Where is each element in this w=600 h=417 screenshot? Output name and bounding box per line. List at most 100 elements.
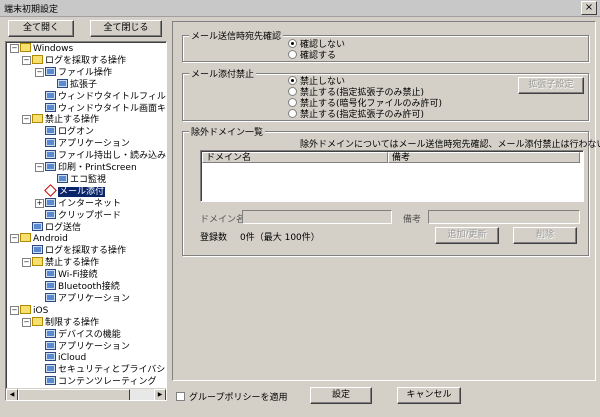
radio-label: 禁止する(指定拡張子のみ許可) bbox=[300, 110, 425, 120]
tree-item-label: エコ監視 bbox=[70, 174, 107, 185]
tree-item[interactable]: ファイル持出し・読み込み bbox=[45, 150, 166, 161]
tree-item[interactable]: クリップボード bbox=[45, 209, 121, 221]
extension-settings-button[interactable]: 拡張子設定 bbox=[518, 77, 584, 94]
tree-item-label: ログ送信 bbox=[45, 222, 82, 233]
tree-item-label: コンテンツレーティング bbox=[58, 377, 157, 388]
tree-item-label: ファイル持出し・読み込み bbox=[58, 151, 167, 162]
radio-block-allow-ext[interactable]: 禁止する(指定拡張子のみ許可) bbox=[288, 109, 424, 121]
tree-item[interactable]: ログ送信 bbox=[32, 221, 82, 233]
remarks-input[interactable] bbox=[428, 210, 580, 224]
tree-item[interactable]: ログオン bbox=[45, 126, 94, 137]
tree-item[interactable]: iCloud bbox=[45, 352, 86, 363]
scroll-thumb[interactable] bbox=[18, 389, 130, 400]
tree-item[interactable]: デバイスの機能 bbox=[45, 328, 121, 340]
tree-item-label: アプリケーション bbox=[58, 139, 130, 150]
monitor-icon bbox=[45, 209, 56, 219]
monitor-icon bbox=[45, 364, 56, 374]
cancel-button[interactable]: キャンセル bbox=[397, 387, 461, 404]
tree-expander[interactable]: − bbox=[35, 67, 44, 77]
radio-confirm[interactable]: 確認する bbox=[288, 50, 336, 62]
tree-expander[interactable]: − bbox=[22, 258, 31, 268]
tree-item[interactable]: Windows bbox=[20, 43, 73, 54]
folder-icon bbox=[32, 114, 43, 124]
tree-expander[interactable]: − bbox=[10, 234, 19, 244]
tree-item[interactable]: Bluetooth接続 bbox=[45, 281, 120, 292]
tree-item-label: 印刷・PrintScreen bbox=[58, 163, 137, 173]
scroll-left-button[interactable]: ◀ bbox=[6, 389, 18, 400]
tree-item[interactable]: エコ監視 bbox=[57, 173, 107, 185]
tree-item[interactable]: インターネット bbox=[45, 197, 122, 209]
monitor-icon bbox=[32, 245, 43, 255]
tree-expander[interactable]: + bbox=[35, 198, 44, 208]
tree-item-label: ログオン bbox=[58, 127, 95, 138]
tree-item[interactable]: Android bbox=[20, 233, 68, 244]
gpo-checkbox[interactable]: グループポリシーを適用 bbox=[176, 390, 287, 403]
monitor-icon bbox=[45, 352, 56, 362]
tree-item-label: アプリケーション bbox=[58, 341, 130, 352]
tree-item-label: セキュリティとプライバシー bbox=[58, 365, 167, 376]
scroll-right-button[interactable]: ▶ bbox=[154, 389, 166, 400]
add-update-button[interactable]: 追加/更新 bbox=[435, 227, 499, 244]
tree-item[interactable]: コンテンツレーティング bbox=[45, 376, 156, 387]
monitor-icon bbox=[32, 221, 43, 231]
close-button[interactable]: × bbox=[581, 1, 597, 15]
tree-item[interactable]: アプリケーション bbox=[45, 138, 130, 149]
tree-item-label: インターネット bbox=[58, 198, 122, 209]
tree-expander[interactable]: − bbox=[10, 44, 19, 53]
tree-expander[interactable]: − bbox=[35, 163, 44, 172]
tree-item[interactable]: メール添付 bbox=[44, 183, 106, 197]
settings-tree[interactable]: − Windows − ログを採取する操作 − ファイル操作 拡張子 ウィンドウタイトルフィル… bbox=[5, 41, 167, 401]
excluded-domains-note: 除外ドメインについてはメール送信時宛先確認、メール添付禁止は行わない bbox=[300, 140, 600, 150]
tree-item[interactable]: 禁止する操作 bbox=[32, 114, 99, 125]
domain-name-input[interactable] bbox=[242, 210, 392, 224]
tree-item[interactable]: Wi-Fi接続 bbox=[45, 269, 97, 280]
tree-item[interactable]: 拡張子 bbox=[57, 78, 98, 90]
monitor-icon bbox=[45, 150, 56, 160]
tree-item-label: Wi-Fi接続 bbox=[58, 270, 98, 281]
column-header-domain[interactable]: ドメイン名 bbox=[202, 152, 388, 163]
radio-dot bbox=[288, 98, 297, 107]
domain-name-label: ドメイン名 bbox=[200, 215, 246, 225]
tree-expander[interactable]: − bbox=[22, 55, 31, 65]
count-label: 登録数 bbox=[200, 233, 228, 243]
tree-item[interactable]: ファイル操作 bbox=[45, 66, 113, 78]
radio-label: 確認しない bbox=[300, 40, 346, 50]
tree-item[interactable]: 制限する操作 bbox=[32, 316, 99, 328]
tree-item-label: ファイル操作 bbox=[58, 67, 113, 78]
diamond-icon bbox=[44, 183, 57, 197]
expand-all-button[interactable]: 全て開く bbox=[8, 20, 74, 37]
window-title: 端末初期設定 bbox=[4, 5, 59, 15]
tree-item-label: iOS bbox=[33, 305, 49, 316]
delete-button[interactable]: 削除 bbox=[513, 227, 577, 244]
tree-expander[interactable]: − bbox=[22, 317, 31, 327]
tree-item-label: Bluetooth接続 bbox=[58, 282, 120, 292]
column-header-remarks[interactable]: 備考 bbox=[388, 152, 580, 163]
tree-item[interactable]: セキュリティとプライバシー bbox=[45, 364, 167, 376]
tree-item[interactable]: 印刷・PrintScreen bbox=[45, 162, 137, 173]
excluded-domains-title: 除外ドメイン一覧 bbox=[189, 125, 266, 138]
collapse-all-button[interactable]: 全て閉じる bbox=[90, 20, 162, 37]
tree-item-label: 拡張子 bbox=[70, 79, 98, 90]
tree-item[interactable]: ログを採取する操作 bbox=[32, 245, 126, 256]
monitor-icon bbox=[57, 173, 68, 183]
monitor-icon bbox=[45, 162, 56, 171]
tree-expander[interactable]: − bbox=[10, 305, 19, 315]
tree-expander[interactable]: − bbox=[22, 115, 31, 125]
tree-item[interactable]: ログを採取する操作 bbox=[32, 54, 126, 66]
settings-panel: メール送信時宛先確認 確認しない 確認する メール添付禁止 禁止しない 禁止する… bbox=[172, 21, 600, 381]
tree-item[interactable]: iOS bbox=[20, 304, 49, 316]
folder-icon bbox=[20, 304, 31, 314]
apply-button[interactable]: 設定 bbox=[310, 387, 372, 404]
tree-item[interactable]: 禁止する操作 bbox=[32, 257, 99, 268]
monitor-icon bbox=[45, 269, 56, 279]
tree-horizontal-scrollbar[interactable]: ◀ ▶ bbox=[6, 388, 166, 400]
tree-item-label: Windows bbox=[33, 44, 74, 54]
recipient-confirm-title: メール送信時宛先確認 bbox=[189, 29, 284, 42]
tree-item[interactable]: アプリケーション bbox=[45, 340, 130, 352]
monitor-icon bbox=[45, 90, 56, 100]
tree-item[interactable]: ウィンドウタイトル画面キャ bbox=[45, 102, 166, 114]
domain-list[interactable]: ドメイン名 備考 bbox=[200, 150, 584, 202]
tree-item[interactable]: ウィンドウタイトルフィルタ bbox=[45, 90, 166, 102]
radio-label: 確認する bbox=[300, 51, 337, 61]
tree-item[interactable]: アプリケーション bbox=[45, 292, 130, 304]
